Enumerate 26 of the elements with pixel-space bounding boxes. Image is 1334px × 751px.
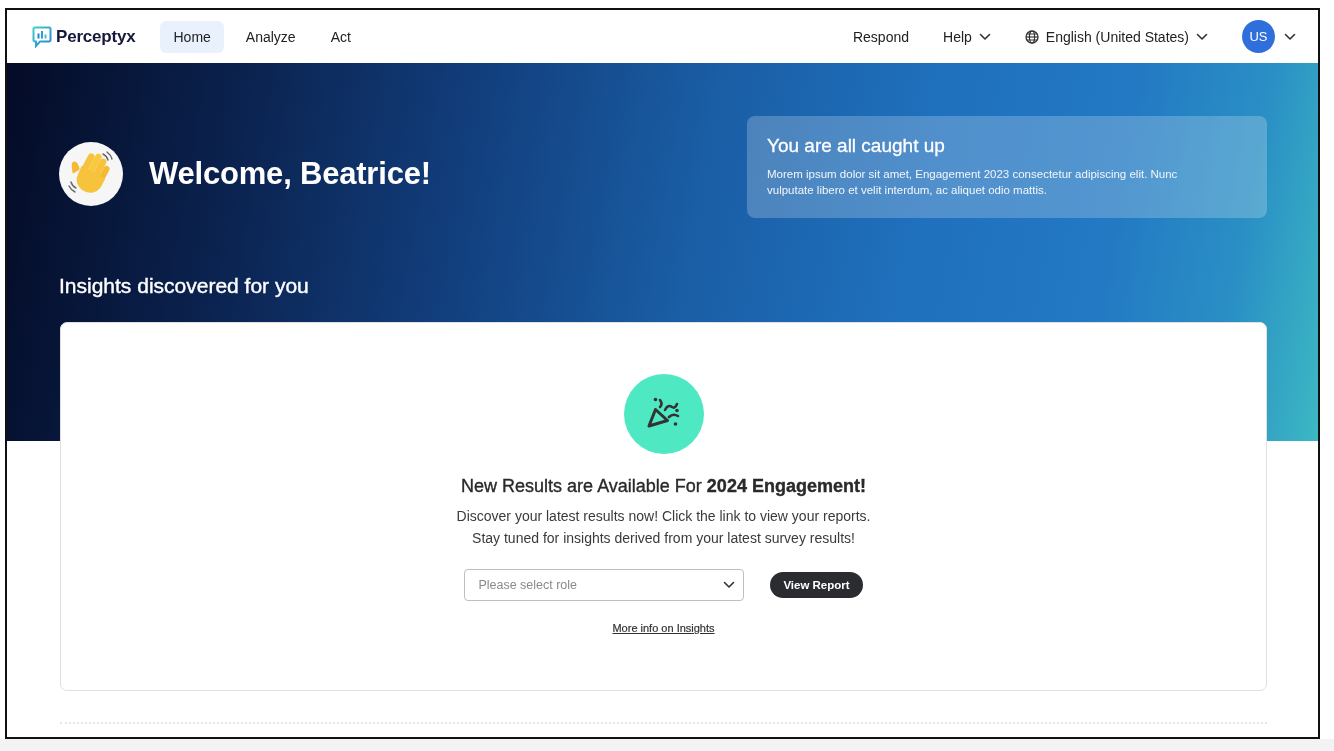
status-title: You are all caught up bbox=[767, 135, 946, 157]
results-description: Discover your latest results now! Click the link to view your reports. bbox=[456, 507, 871, 526]
waving-hand-icon bbox=[59, 142, 123, 206]
section-title: Insights discovered for you bbox=[59, 273, 310, 299]
user-avatar[interactable]: US bbox=[1242, 20, 1275, 53]
party-popper-icon bbox=[623, 374, 704, 454]
logo-icon bbox=[32, 25, 52, 48]
view-report-button[interactable]: View Report bbox=[770, 572, 863, 598]
nav-menu-button[interactable]: Help bbox=[943, 28, 991, 45]
chevron-down-icon bbox=[978, 32, 991, 41]
nav-tab[interactable]: Home bbox=[160, 20, 224, 53]
brand-name: Perceptyx bbox=[56, 26, 136, 47]
nav-link[interactable]: Respond bbox=[852, 28, 909, 45]
insights-info-link[interactable]: More info on Insights bbox=[612, 622, 715, 634]
status-message: Morem ipsum dolor sit amet, Engagement 2023 consectetur adipiscing elit. Nunc vulputate libero et velit interdum, ac aliquet odio mattis. bbox=[767, 167, 1179, 198]
results-description: Stay tuned for insights derived from your latest survey results! bbox=[472, 529, 855, 548]
chevron-down-icon bbox=[1196, 32, 1208, 41]
results-title: New Results are Available For 2024 Engagement! bbox=[461, 475, 866, 498]
role-select[interactable]: Please select role bbox=[464, 569, 745, 601]
language-selector[interactable]: English (United States) bbox=[1024, 28, 1208, 45]
nav-tab[interactable]: Analyze bbox=[232, 20, 309, 53]
globe-icon bbox=[1024, 29, 1039, 44]
chevron-down-icon bbox=[1284, 32, 1296, 41]
chevron-down-icon bbox=[723, 581, 736, 589]
welcome-title: Welcome, Beatrice! bbox=[149, 156, 431, 192]
nav-tab[interactable]: Act bbox=[317, 20, 364, 53]
